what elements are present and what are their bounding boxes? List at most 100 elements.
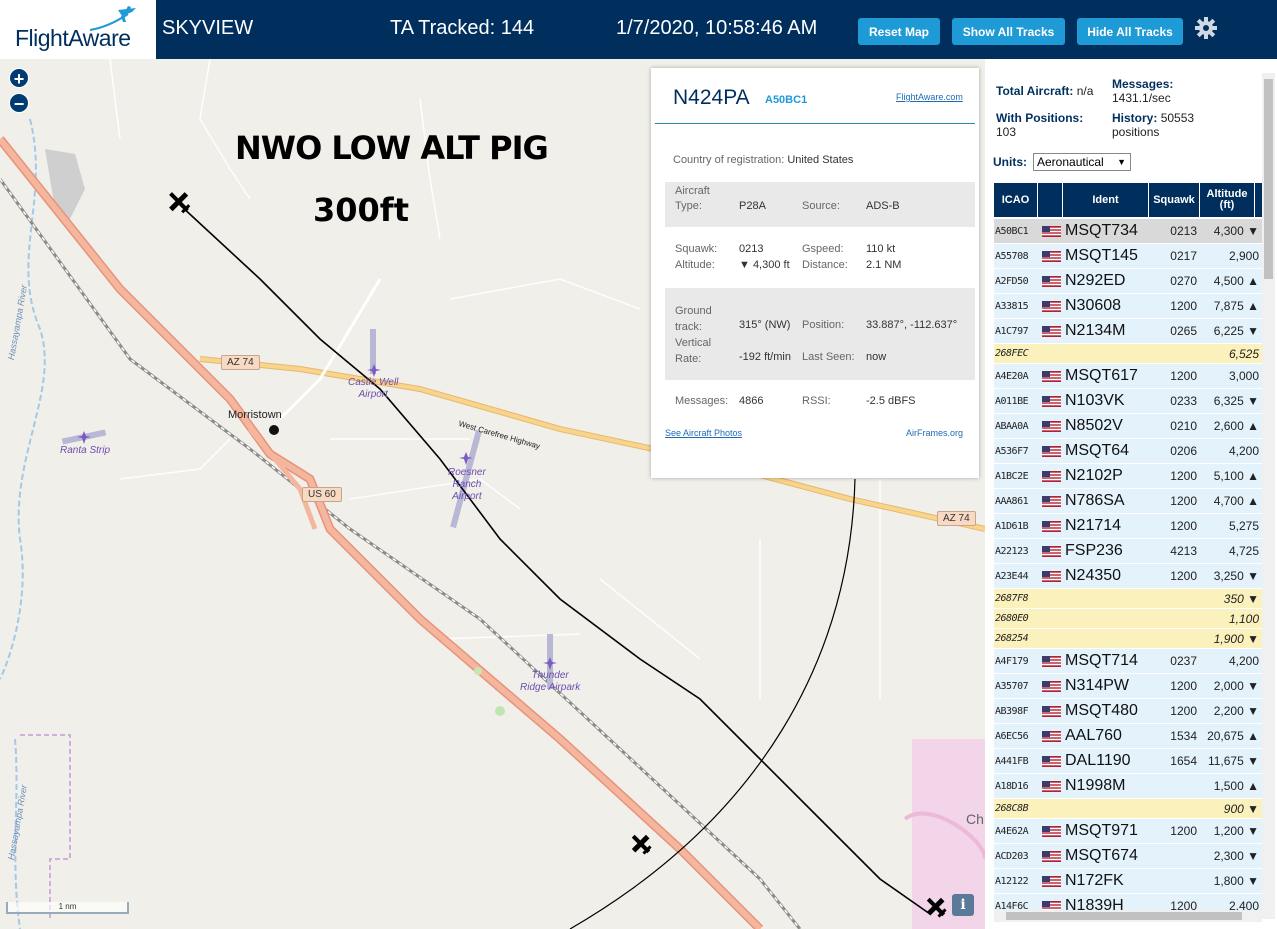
row-altitude: 6,525	[1228, 346, 1259, 361]
row-ident: N24350	[1065, 567, 1122, 584]
row-squawk: 1534	[1170, 729, 1197, 743]
horizontal-scrollbar-thumb[interactable]	[1006, 912, 1242, 920]
col-altitude[interactable]: Altitude (ft)	[1200, 183, 1255, 217]
messages-stat: Messages: 1431.1/sec	[1112, 77, 1173, 105]
zoom-in-button[interactable]: +	[9, 68, 29, 89]
aircraft-row[interactable]: ABAA0A N8502V 0210 2,600 ▲	[994, 414, 1262, 439]
show-all-tracks-button[interactable]: Show All Tracks	[952, 18, 1065, 45]
aircraft-row[interactable]: A23E44 N24350 1200 3,250 ▼	[994, 564, 1262, 589]
row-ident: N292ED	[1065, 272, 1126, 289]
country-row: Country of registration: United States	[673, 154, 853, 166]
tracked-count: TA Tracked: 144	[390, 17, 535, 39]
row-icao: A2FD50	[995, 275, 1029, 287]
table-horizontal-scrollbar[interactable]	[994, 910, 1262, 922]
row-squawk	[1149, 609, 1199, 628]
row-flag	[1039, 869, 1063, 893]
aircraft-row[interactable]: 268C8B 900 ▼	[994, 799, 1262, 819]
aircraft-row[interactable]: A55708 MSQT145 0217 2,900	[994, 244, 1262, 269]
aircraft-row[interactable]: A35707 N314PW 1200 2,000 ▼	[994, 674, 1262, 699]
aircraft-row[interactable]: A50BC1 MSQT734 0213 4,300 ▼	[994, 219, 1262, 244]
aircraft-row[interactable]: A011BE N103VK 0233 6,325 ▼	[994, 389, 1262, 414]
hide-all-tracks-button[interactable]: Hide All Tracks	[1077, 18, 1183, 45]
aircraft-row[interactable]: A33815 N30608 1200 7,875 ▲	[994, 294, 1262, 319]
row-flag	[1039, 269, 1063, 293]
flightaware-logo[interactable]: FlightAware	[0, 0, 156, 59]
type-value: P28A	[739, 200, 766, 212]
sidebar-scrollbar[interactable]	[1262, 73, 1275, 919]
row-flag	[1039, 699, 1063, 723]
aircraft-row[interactable]: A12122 N172FK 1,800 ▼	[994, 869, 1262, 894]
aircraft-row[interactable]: 268FEC 6,525	[994, 344, 1262, 364]
gspeed-value: 110 kt	[866, 243, 896, 255]
aircraft-row[interactable]: A4F179 MSQT714 0237 4,200	[994, 649, 1262, 674]
row-squawk: 0270	[1170, 274, 1197, 288]
row-squawk: 1200	[1170, 569, 1197, 583]
aircraft-row[interactable]: A1BC2E N2102P 1200 5,100 ▲	[994, 464, 1262, 489]
aircraft-row[interactable]: ACD203 MSQT674 2,300 ▼	[994, 844, 1262, 869]
aircraft-row[interactable]: A1D61B N21714 1200 5,275	[994, 514, 1262, 539]
zoom-out-button[interactable]: −	[9, 93, 29, 114]
aircraft-detail-panel: N424PA A50BC1 FlightAware.com Country of…	[651, 68, 979, 478]
current-datetime: 1/7/2020, 10:58:46 AM	[616, 17, 818, 39]
history-label: History:	[1112, 111, 1158, 125]
aircraft-row[interactable]: A6EC56 AAL760 1534 20,675 ▲	[994, 724, 1262, 749]
us-flag-icon	[1041, 225, 1061, 237]
popup-divider	[655, 123, 975, 124]
aircraft-row[interactable]: 2687F8 350 ▼	[994, 589, 1262, 609]
rssi-label: RSSI:	[802, 395, 831, 407]
aircraft-row[interactable]: A2FD50 N292ED 0270 4,500 ▲	[994, 269, 1262, 294]
col-icao[interactable]: ICAO	[994, 183, 1038, 217]
aircraft-row[interactable]: AB398F MSQT480 1200 2,200 ▼	[994, 699, 1262, 724]
units-select[interactable]: Aeronautical ▼	[1033, 153, 1131, 171]
aircraft-row[interactable]: A22123 FSP236 4213 4,725	[994, 539, 1262, 564]
aircraft-row[interactable]: A441FB DAL1190 1654 11,675 ▼	[994, 749, 1262, 774]
row-ident	[1065, 589, 1149, 608]
row-ident	[1065, 799, 1149, 818]
col-flag[interactable]	[1038, 183, 1063, 217]
row-icao: A011BE	[995, 395, 1029, 407]
aircraft-row[interactable]: 2680E0 1,100	[994, 609, 1262, 629]
flightaware-link[interactable]: FlightAware.com	[896, 92, 963, 102]
row-ident: N2134M	[1065, 322, 1126, 339]
row-flag	[1039, 774, 1063, 798]
row-flag	[1039, 219, 1063, 243]
row-ident: MSQT617	[1065, 367, 1138, 384]
aircraft-row[interactable]: A1C797 N2134M 0265 6,225 ▼	[994, 319, 1262, 344]
row-flag	[1039, 749, 1063, 773]
col-ident[interactable]: Ident	[1063, 183, 1149, 217]
aircraft-row[interactable]: 268254 1,900 ▼	[994, 629, 1262, 649]
row-flag	[1039, 539, 1063, 563]
position-label: Position:	[802, 319, 845, 331]
row-ident: N103VK	[1065, 392, 1125, 409]
row-icao: 268FEC	[995, 348, 1029, 359]
col-squawk[interactable]: Squawk	[1149, 183, 1200, 217]
us-flag-icon	[1041, 825, 1061, 837]
aircraft-row[interactable]: A4E62A MSQT971 1200 1,200 ▼	[994, 819, 1262, 844]
aircraft-row[interactable]: A4E20A MSQT617 1200 3,000	[994, 364, 1262, 389]
aircraft-hex[interactable]: A50BC1	[765, 94, 807, 106]
messages-stat-value: 1431.1/sec	[1112, 91, 1171, 105]
row-ident	[1065, 629, 1149, 648]
country-value: United States	[787, 154, 854, 166]
aircraft-row[interactable]: AAA861 N786SA 1200 4,700 ▲	[994, 489, 1262, 514]
row-flag	[1039, 294, 1063, 318]
airframes-link[interactable]: AirFrames.org	[906, 428, 963, 438]
row-flag	[1039, 629, 1063, 648]
row-flag	[1039, 819, 1063, 843]
row-icao: AAA861	[995, 495, 1029, 507]
map-info-button[interactable]: i	[952, 894, 974, 916]
row-altitude: 1,100	[1228, 611, 1259, 626]
row-altitude: 5,100 ▲	[1213, 469, 1259, 483]
reset-map-button[interactable]: Reset Map	[858, 18, 940, 45]
row-altitude: 1,800 ▼	[1213, 874, 1259, 888]
aircraft-row[interactable]: A18D16 N1998M 1,500 ▲	[994, 774, 1262, 799]
row-ident: MSQT734	[1065, 222, 1138, 239]
airport-roesner-ranch: Roesner Ranch Airport	[448, 467, 486, 502]
settings-gear-icon[interactable]	[1194, 16, 1218, 40]
us-flag-icon	[1041, 875, 1061, 887]
aircraft-row[interactable]: A536F7 MSQT64 0206 4,200	[994, 439, 1262, 464]
scrollbar-thumb[interactable]	[1264, 79, 1273, 279]
row-icao: A12122	[995, 875, 1029, 887]
aircraft-photos-link[interactable]: See Aircraft Photos	[665, 428, 742, 438]
us-flag-icon	[1041, 325, 1061, 337]
